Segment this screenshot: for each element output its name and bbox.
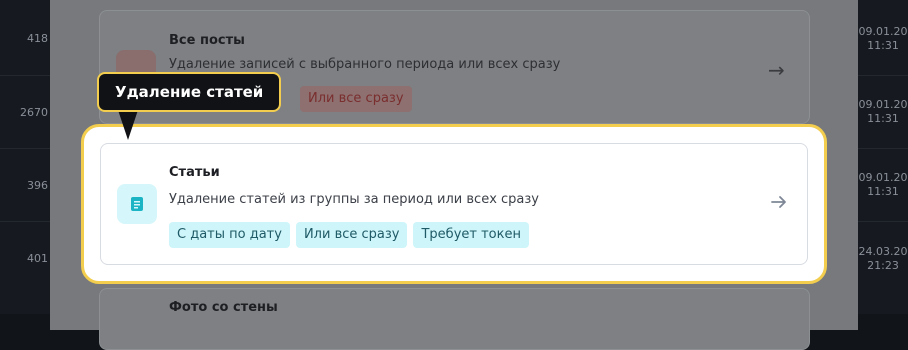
- table-cell-count: 2670: [20, 106, 48, 119]
- table-left-column: 418 2670 396 401: [0, 0, 50, 314]
- card-tag: Или все сразу: [300, 86, 412, 112]
- card-title: Фото со стены: [169, 300, 278, 315]
- tag-date-range: С даты по дату: [169, 222, 290, 248]
- table-divider: [858, 148, 908, 149]
- card-description: Удаление записей с выбранного периода ил…: [169, 57, 561, 72]
- table-divider: [0, 148, 50, 149]
- arrow-right-icon[interactable]: [769, 192, 789, 216]
- document-icon: [117, 184, 157, 224]
- table-cell-date: 24.03.20 21:23: [858, 245, 908, 272]
- card-description: Удаление статей из группы за период или …: [169, 192, 539, 207]
- tooltip-pointer: [118, 110, 138, 140]
- card-wall-photos[interactable]: [99, 288, 810, 350]
- table-right-column: 09.01.20 11:31 09.01.20 11:31 09.01.20 11:3…: [858, 0, 908, 314]
- card-title: Все посты: [169, 33, 245, 48]
- table-cell-count: 401: [27, 252, 48, 265]
- table-divider: [858, 75, 908, 76]
- table-cell-count: 396: [27, 179, 48, 192]
- tag-list: С даты по дату Или все сразу Требует ток…: [169, 222, 529, 248]
- table-cell-date: 09.01.20 11:31: [858, 25, 908, 52]
- table-divider: [0, 221, 50, 222]
- card-title: Статьи: [169, 165, 220, 180]
- tooltip: Удаление статей: [97, 72, 282, 112]
- table-divider: [0, 75, 50, 76]
- table-cell-date: 09.01.20 11:31: [858, 98, 908, 125]
- table-cell-count: 418: [27, 32, 48, 45]
- table-cell-date: 09.01.20 11:31: [858, 171, 908, 198]
- card-articles[interactable]: Статьи Удаление статей из группы за пери…: [100, 143, 808, 265]
- tag-all-at-once: Или все сразу: [295, 222, 408, 248]
- table-divider: [858, 221, 908, 222]
- tag-requires-token: Требует токен: [413, 222, 529, 248]
- arrow-right-icon[interactable]: →: [768, 58, 785, 82]
